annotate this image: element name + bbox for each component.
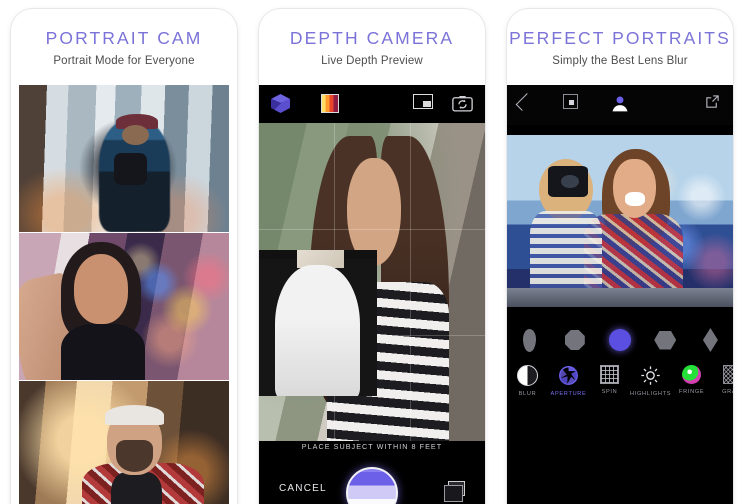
photo-subject-body (61, 324, 145, 380)
camera-top-toolbar (259, 85, 485, 123)
portrait-subject-button[interactable] (611, 94, 630, 118)
hexagon-shape-icon (654, 330, 677, 350)
phone-frame-3: PERFECT PORTRAITS Simply the Best Lens B… (507, 9, 733, 504)
depth-mode-button[interactable] (271, 94, 290, 113)
screenshot-panel-portrait-cam: PORTRAIT CAM Portrait Mode for Everyone (0, 0, 248, 504)
fringe-icon (682, 365, 702, 384)
editor-screen: BLUR APERTURE SPIN HIGHLIGHTS FRINGE GR (507, 85, 733, 504)
tool-label: FRINGE (679, 389, 705, 395)
screenshot-panel-perfect-portraits: PERFECT PORTRAITS Simply the Best Lens B… (496, 0, 744, 504)
editor-tool-row: BLUR APERTURE SPIN HIGHLIGHTS FRINGE GR (507, 363, 733, 409)
back-button[interactable] (515, 93, 534, 111)
person-portrait-icon (612, 96, 628, 112)
highlights-icon (641, 366, 660, 385)
camera-screen: PLACE SUBJECT WITHIN 8 FEET CANCEL (259, 85, 485, 504)
cancel-button[interactable]: CANCEL (279, 483, 327, 494)
picture-in-picture-icon (413, 94, 433, 109)
photo-subject-beanie (105, 404, 164, 426)
photo-subject-face (613, 159, 657, 218)
oval-shape-icon (523, 328, 537, 352)
shutter-button[interactable] (346, 467, 398, 504)
photo-subject-mouth (624, 191, 645, 206)
octagon-shape-icon (564, 330, 585, 350)
photo-collage (19, 85, 229, 504)
tool-spin[interactable]: SPIN (589, 363, 630, 409)
photo-subject-tshirt (111, 472, 162, 504)
tool-aperture[interactable]: APERTURE (548, 363, 589, 409)
editor-photo-mother-and-child[interactable] (507, 135, 733, 307)
diamond-shape-icon (702, 328, 718, 352)
cube-icon (271, 94, 290, 113)
page-title: PERFECT PORTRAITS (509, 28, 731, 48)
square-crop-icon (563, 94, 578, 109)
tool-fringe[interactable]: FRINGE (671, 363, 712, 409)
photo-skateboarder-with-camera (19, 85, 229, 232)
app-store-screenshot-gallery: PORTRAIT CAM Portrait Mode for Everyone (0, 0, 744, 504)
tool-grain[interactable]: GRAIN (712, 363, 733, 409)
page-title: DEPTH CAMERA (289, 28, 455, 48)
spin-icon (600, 365, 619, 384)
editor-top-toolbar (507, 85, 733, 125)
circle-shape-icon (609, 329, 631, 351)
camera-bottom-bar: CANCEL (259, 451, 485, 504)
aperture-shape-oval[interactable] (507, 328, 552, 352)
camera-viewfinder[interactable] (259, 123, 485, 441)
depth-map-subject-silhouette (275, 264, 361, 397)
tool-label: SPIN (601, 389, 618, 395)
camera-flip-icon (452, 96, 473, 112)
tool-label: BLUR (518, 391, 537, 397)
phone-frame-1: PORTRAIT CAM Portrait Mode for Everyone (11, 9, 237, 504)
tool-label: APERTURE (550, 391, 587, 397)
page-title: PORTRAIT CAM (45, 28, 203, 48)
aperture-shape-diamond[interactable] (688, 328, 733, 352)
grid-line (409, 123, 411, 441)
pip-toggle-button[interactable] (413, 94, 433, 109)
photo-man-beanie-sunset-street (19, 381, 229, 504)
photo-subject-camera (113, 152, 148, 185)
filter-button[interactable] (321, 94, 339, 113)
crop-button[interactable] (563, 94, 578, 109)
photo-subject-face (73, 253, 129, 325)
camera-hint-text: PLACE SUBJECT WITHIN 8 FEET (301, 442, 443, 451)
tool-blur[interactable]: BLUR (507, 363, 548, 409)
panel-header-1: PORTRAIT CAM Portrait Mode for Everyone (11, 9, 237, 85)
aperture-shape-octagon[interactable] (552, 330, 597, 350)
grid-line (259, 228, 485, 230)
switch-camera-button[interactable] (452, 94, 473, 117)
back-chevron-icon (515, 93, 534, 111)
page-subtitle: Live Depth Preview (321, 55, 423, 67)
aperture-icon (559, 366, 578, 385)
aperture-shape-hexagon[interactable] (643, 330, 688, 350)
depth-map-preview[interactable] (259, 250, 377, 397)
page-subtitle: Portrait Mode for Everyone (53, 55, 195, 67)
tool-label: HIGHLIGHTS (630, 391, 672, 397)
phone-frame-2: DEPTH CAMERA Live Depth Preview PLACE SU… (259, 9, 485, 504)
panel-header-2: DEPTH CAMERA Live Depth Preview (259, 9, 485, 85)
tool-highlights[interactable]: HIGHLIGHTS (630, 363, 671, 409)
panel-header-3: PERFECT PORTRAITS Simply the Best Lens B… (507, 9, 733, 85)
photo-woman-selfie-times-square (19, 233, 229, 380)
screenshot-panel-depth-camera: DEPTH CAMERA Live Depth Preview PLACE SU… (248, 0, 496, 504)
share-export-icon (706, 95, 719, 108)
photo-foreground-railing (507, 288, 733, 307)
aperture-shape-circle[interactable] (597, 329, 642, 351)
photo-child-camera (547, 165, 589, 197)
blur-icon (517, 365, 538, 386)
tool-label: GRAIN (722, 389, 733, 395)
color-lut-icon (321, 94, 339, 113)
grain-icon (723, 365, 733, 384)
page-subtitle: Simply the Best Lens Blur (552, 55, 688, 67)
gallery-button[interactable] (444, 481, 465, 502)
aperture-shape-selector (507, 323, 733, 357)
share-button[interactable] (705, 94, 720, 114)
